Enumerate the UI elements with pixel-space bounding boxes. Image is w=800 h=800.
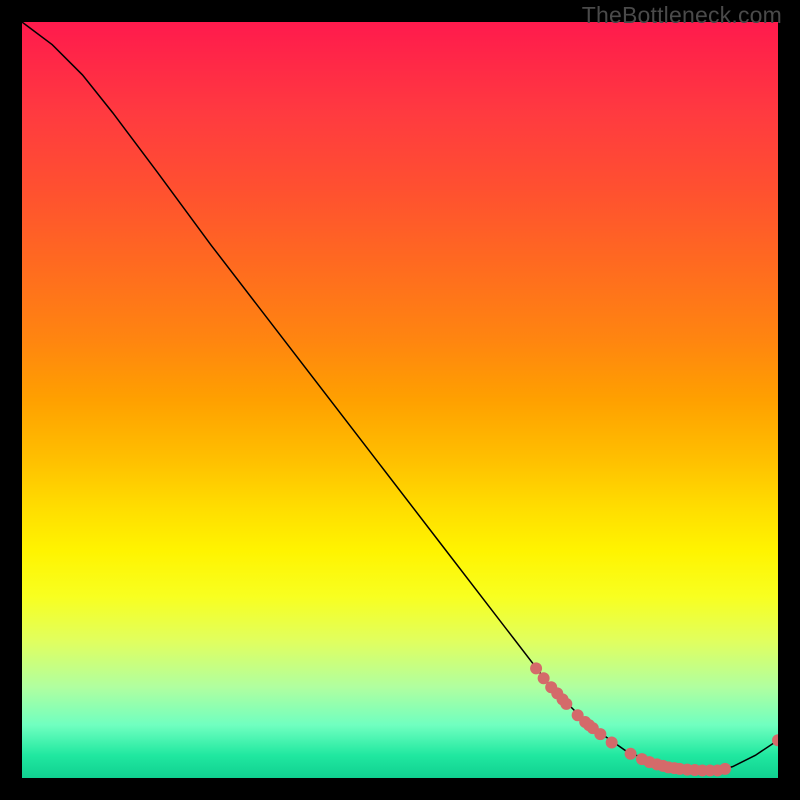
data-point [594, 728, 606, 740]
data-point [719, 763, 731, 775]
data-points [530, 662, 778, 776]
data-point [530, 662, 542, 674]
data-point [560, 698, 572, 710]
line-plot [22, 22, 778, 778]
data-point [625, 748, 637, 760]
data-point [606, 736, 618, 748]
curve-line [22, 22, 778, 770]
chart-container: TheBottleneck.com [0, 0, 800, 800]
